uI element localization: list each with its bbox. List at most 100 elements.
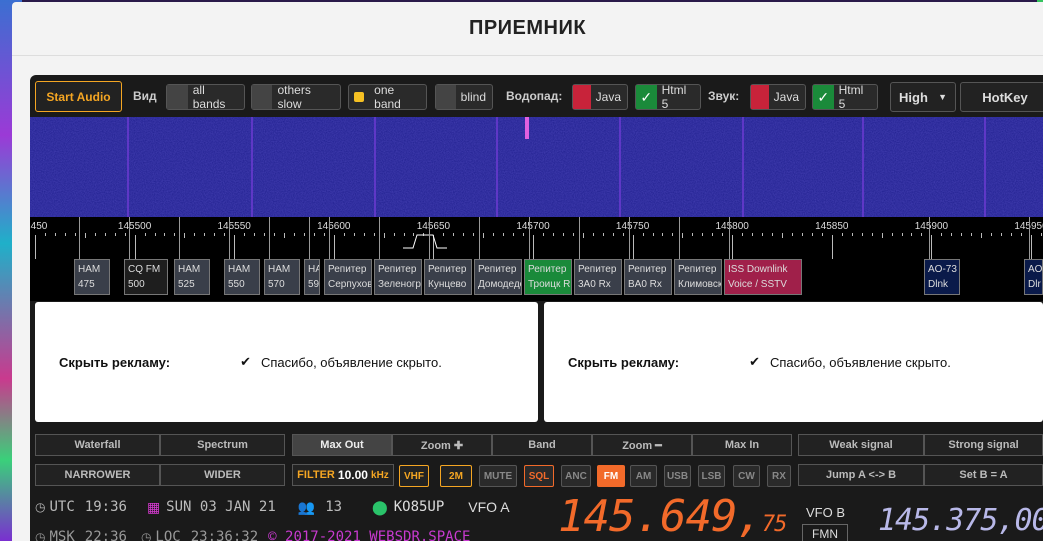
- scale-minor-tick: [224, 233, 226, 236]
- bookmark-item[interactable]: Репитер Троицк R: [524, 259, 572, 295]
- all-bands-toggle[interactable]: all bands: [166, 83, 245, 111]
- bookmark-line2: Dlr: [1028, 279, 1041, 290]
- max-in-button[interactable]: Max In: [692, 434, 792, 456]
- waterfall-html5-toggle[interactable]: ✓ Html 5: [635, 83, 701, 111]
- bookmark-line1: Репитер: [378, 264, 417, 275]
- sound-java-toggle[interactable]: Java: [750, 84, 806, 110]
- 2m-button[interactable]: 2M: [440, 465, 472, 487]
- set-b-button[interactable]: Set B = A: [924, 464, 1043, 486]
- blind-label: blind: [460, 90, 486, 104]
- scale-minor-tick: [254, 233, 256, 236]
- scale-minor-tick: [921, 233, 923, 236]
- frequency-scale[interactable]: 450 145500 145550 145600 145650 145700 145750 1…: [30, 217, 1043, 259]
- bookmark-line: [309, 217, 310, 259]
- bookmark-line: [929, 217, 930, 259]
- scale-minor-tick: [652, 233, 654, 236]
- bookmark-line: [579, 217, 580, 259]
- fmn-button[interactable]: FMN: [802, 524, 848, 541]
- waterfall-button[interactable]: Waterfall: [35, 434, 160, 456]
- scale-minor-tick: [592, 233, 594, 236]
- blind-toggle[interactable]: blind: [435, 84, 493, 110]
- bookmark-line: [729, 217, 730, 259]
- bookmark-item[interactable]: Репитер Зеленоград: [374, 259, 422, 295]
- scale-minor-tick: [891, 233, 893, 236]
- bookmark-line2: 525: [178, 279, 195, 290]
- start-audio-button[interactable]: Start Audio: [35, 81, 122, 112]
- sound-label: Звук:: [708, 89, 740, 103]
- bookmark-item[interactable]: Репитер Домодедово: [474, 259, 522, 295]
- band-button[interactable]: Band: [492, 434, 592, 456]
- bookmark-line2: Домодедово: [478, 279, 521, 290]
- narrower-button[interactable]: NARROWER: [35, 464, 160, 486]
- ad-block-1: Скрыть рекламу: ✔ Спасибо, объявление ск…: [35, 302, 538, 422]
- waterfall-java-toggle[interactable]: Java: [572, 84, 628, 110]
- bookmark-item[interactable]: Репитер Серпухов: [324, 259, 372, 295]
- waterfall-label: Водопад:: [506, 89, 563, 103]
- hotkey-button[interactable]: HotKey: [960, 82, 1043, 112]
- mute-button[interactable]: MUTE: [479, 465, 517, 487]
- strong-signal-button[interactable]: Strong signal: [924, 434, 1043, 456]
- scale-minor-tick: [961, 233, 963, 236]
- vhf-button[interactable]: VHF: [399, 465, 429, 487]
- bookmark-item[interactable]: CQ FM 500: [124, 259, 168, 295]
- bookmark-item[interactable]: AO-73 Dlnk: [924, 259, 960, 295]
- max-out-button[interactable]: Max Out: [292, 434, 392, 456]
- scale-minor-tick: [184, 233, 186, 238]
- hide-ad-label: Скрыть рекламу:: [568, 354, 680, 370]
- bookmark-item[interactable]: HAM 475: [74, 259, 110, 295]
- scale-label: 145500: [117, 221, 152, 232]
- others-slow-toggle[interactable]: others slow: [251, 83, 341, 111]
- scale-minor-tick: [772, 233, 774, 236]
- bookmarks-bar: HAM 475 CQ FM 500 HAM 525 HAM 550 HAM 570 HA 59 Репи…: [30, 217, 1043, 301]
- anc-button[interactable]: ANC: [561, 465, 591, 487]
- scale-minor-tick: [821, 233, 823, 236]
- msk-label: MSK: [49, 529, 75, 541]
- msk-time: 22:36: [84, 529, 127, 541]
- sql-button[interactable]: SQL: [524, 465, 554, 487]
- zoom-in-button[interactable]: Zoom ✚: [392, 434, 492, 456]
- bookmark-item[interactable]: ISS Downlink Voice / SSTV: [724, 259, 802, 295]
- quality-value: High: [899, 89, 928, 105]
- scale-label: 145600: [317, 221, 351, 232]
- bookmark-line2: Серпухов: [328, 279, 372, 290]
- bookmark-item[interactable]: Репитер Климовск: [674, 259, 722, 295]
- sound-html5-toggle[interactable]: ✓ Html 5: [812, 83, 878, 111]
- scale-minor-tick: [692, 233, 694, 236]
- wf-html5-label: Html 5: [661, 83, 687, 111]
- weak-signal-button[interactable]: Weak signal: [798, 434, 924, 456]
- main-frequency[interactable]: 145.649,75: [558, 491, 787, 541]
- rx-mode-button[interactable]: RX: [767, 465, 791, 487]
- scale-label: 145850: [815, 221, 849, 232]
- scale-minor-tick: [214, 233, 216, 236]
- scale-label: 145750: [615, 221, 650, 232]
- cw-mode-button[interactable]: CW: [733, 465, 760, 487]
- quality-select[interactable]: High ▼: [890, 82, 956, 112]
- spectrum-button[interactable]: Spectrum: [160, 434, 285, 456]
- bookmark-item[interactable]: AO- Dlr: [1024, 259, 1043, 295]
- bookmark-item[interactable]: Репитер Кунцево: [424, 259, 472, 295]
- bookmark-item[interactable]: HAM 550: [224, 259, 260, 295]
- bookmark-item[interactable]: HAM 525: [174, 259, 210, 295]
- waterfall-display[interactable]: [30, 117, 1043, 217]
- bookmark-item[interactable]: Репитер BA0 Rx: [624, 259, 672, 295]
- scale-minor-tick: [293, 233, 295, 236]
- scale-minor-tick: [323, 233, 325, 236]
- jump-ab-button[interactable]: Jump A <-> B: [798, 464, 924, 486]
- bookmark-item[interactable]: HAM 570: [264, 259, 300, 295]
- one-band-toggle[interactable]: one band: [348, 83, 427, 111]
- usb-mode-button[interactable]: USB: [664, 465, 691, 487]
- scale-minor-tick: [393, 233, 395, 236]
- bookmark-item[interactable]: HA 59: [304, 259, 320, 295]
- wider-button[interactable]: WIDER: [160, 464, 285, 486]
- fm-mode-button[interactable]: FM: [597, 465, 625, 487]
- vfo-b-frequency[interactable]: 145.375,00: [878, 503, 1043, 538]
- scale-major-tick: [831, 235, 833, 259]
- calendar-icon: ▦: [146, 498, 161, 515]
- bookmark-line1: Репитер: [328, 264, 367, 275]
- bookmark-item[interactable]: Репитер 3A0 Rx: [574, 259, 622, 295]
- am-mode-button[interactable]: AM: [630, 465, 657, 487]
- zoom-out-button[interactable]: Zoom ━: [592, 434, 692, 456]
- filter-value: 10.00: [337, 468, 368, 482]
- scale-minor-tick: [582, 233, 584, 238]
- lsb-mode-button[interactable]: LSB: [698, 465, 725, 487]
